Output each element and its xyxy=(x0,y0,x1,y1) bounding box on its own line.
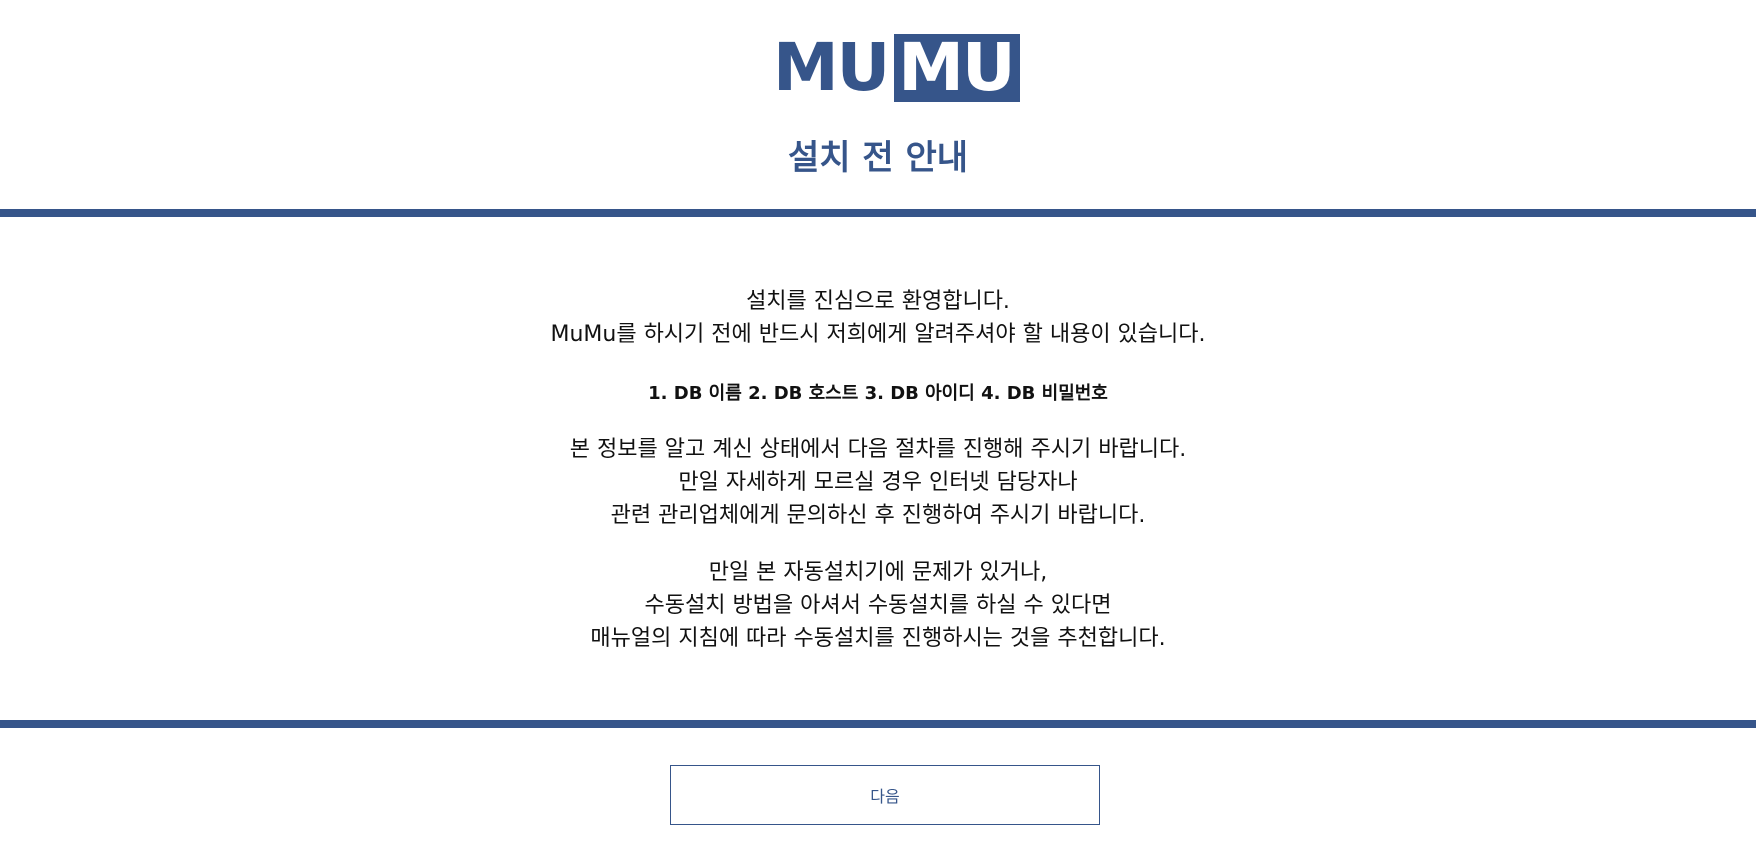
guidance-line: 만일 자세하게 모르실 경우 인터넷 담당자나 xyxy=(678,470,1078,495)
guidance-text: 본 정보를 알고 계신 상태에서 다음 절차를 진행해 주시기 바랍니다. 만일… xyxy=(0,433,1756,532)
mumu-logo: MU MU xyxy=(773,34,1020,102)
manual-line: 만일 본 자동설치기에 문제가 있거나, xyxy=(708,560,1048,585)
requirements-text: 1. DB 이름 2. DB 호스트 3. DB 아이디 4. DB 비밀번호 xyxy=(648,383,1108,404)
logo-right-text: MU xyxy=(894,34,1020,102)
header: MU MU 설치 전 안내 xyxy=(0,0,1756,209)
intro-line: MuMu를 하시기 전에 반드시 저희에게 알려주셔야 할 내용이 있습니다. xyxy=(550,322,1206,347)
manual-install-text: 만일 본 자동설치기에 문제가 있거나, 수동설치 방법을 아셔서 수동설치를 … xyxy=(0,556,1756,655)
guidance-line: 관련 관리업체에게 문의하신 후 진행하여 주시기 바랍니다. xyxy=(610,503,1146,528)
manual-line: 매뉴얼의 지침에 따라 수동설치를 진행하시는 것을 추천합니다. xyxy=(590,626,1166,651)
top-divider xyxy=(0,209,1756,217)
logo-left-text: MU xyxy=(773,29,890,106)
requirements-list: 1. DB 이름 2. DB 호스트 3. DB 아이디 4. DB 비밀번호 xyxy=(0,380,1756,408)
intro-line: 설치를 진심으로 환영합니다. xyxy=(746,289,1010,314)
manual-line: 수동설치 방법을 아셔서 수동설치를 하실 수 있다면 xyxy=(644,593,1112,618)
page-title: 설치 전 안내 xyxy=(787,138,969,178)
next-button[interactable]: 다음 xyxy=(670,765,1100,825)
guidance-line: 본 정보를 알고 계신 상태에서 다음 절차를 진행해 주시기 바랍니다. xyxy=(569,437,1187,462)
intro-text: 설치를 진심으로 환영합니다. MuMu를 하시기 전에 반드시 저희에게 알려… xyxy=(0,285,1756,351)
bottom-divider xyxy=(0,720,1756,728)
